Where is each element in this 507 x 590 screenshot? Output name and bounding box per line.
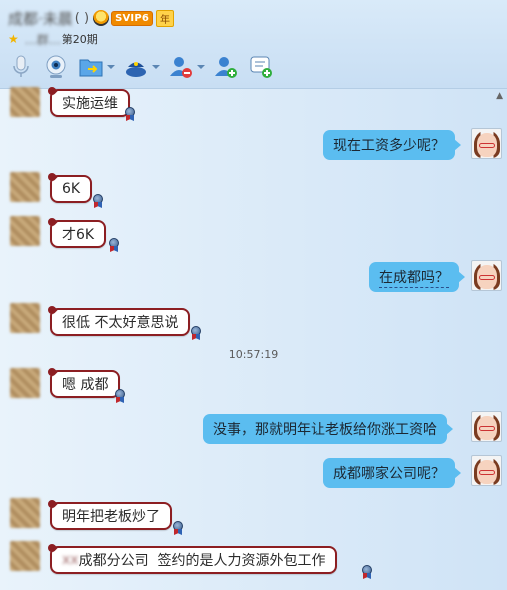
message-bubble-received[interactable]: 实施运维 <box>50 89 130 117</box>
signature-blurred: …群… <box>24 32 61 47</box>
remote-assist-icon <box>126 62 146 77</box>
my-avatar[interactable] <box>471 455 502 486</box>
message-text: 明年把老板炒了 <box>62 509 160 525</box>
vip-badge[interactable]: SVIP6 <box>111 10 154 26</box>
message-text: 才6K <box>62 227 95 243</box>
webcam-icon <box>46 55 66 78</box>
contact-avatar[interactable] <box>10 303 40 333</box>
app-box-icon <box>250 56 272 78</box>
message-text: 6K <box>62 181 81 197</box>
contact-name[interactable]: 成都·未晨 <box>8 8 73 29</box>
message-bubble-sent[interactable]: 现在工资多少呢？ <box>323 130 461 160</box>
chat-window-header: 成都·未晨 ( ) SVIP6 年 ★ …群… 第20期 <box>0 0 507 88</box>
message-text: 嗯 成都 <box>62 377 109 393</box>
message-bubble-received[interactable]: 6K <box>50 175 93 203</box>
add-contact-button[interactable] <box>211 52 241 82</box>
send-file-icon <box>79 59 103 77</box>
remote-assist-dropdown[interactable] <box>150 52 162 82</box>
contact-avatar[interactable] <box>10 216 40 246</box>
message-text: 现在工资多少呢？ <box>333 138 445 154</box>
add-contact-icon <box>215 57 237 78</box>
send-file-dropdown[interactable] <box>105 52 117 82</box>
level-medal-icon <box>92 194 104 208</box>
contact-avatar[interactable] <box>10 541 40 571</box>
message-bubble-received[interactable]: 明年把老板炒了 <box>50 502 172 530</box>
level-medal-icon <box>190 326 202 340</box>
level-medal-icon <box>361 565 373 579</box>
my-avatar[interactable] <box>471 411 502 442</box>
message-bubble-sent[interactable]: 在成都吗？ <box>369 262 465 292</box>
remove-contact-icon <box>170 57 192 78</box>
send-file-button[interactable] <box>76 52 106 82</box>
message-timestamp: 10:57:19 <box>228 348 279 361</box>
remove-contact-dropdown[interactable] <box>195 52 207 82</box>
level-medal-icon <box>114 389 126 403</box>
level-medal-icon <box>124 107 136 121</box>
message-text: 成都哪家公司呢？ <box>333 466 445 482</box>
chat-toolbar <box>6 52 281 82</box>
vip-year-badge: 年 <box>156 9 175 27</box>
my-avatar[interactable] <box>471 260 502 291</box>
scroll-up-arrow-icon[interactable]: ▲ <box>496 91 503 101</box>
app-box-button[interactable] <box>246 52 276 82</box>
message-text: 没事，那就明年让老板给你涨工资哈 <box>213 422 437 438</box>
contact-id: ( ) <box>74 10 90 26</box>
message-text: 成都分公司 签约的是人力资源外包工作 <box>78 553 326 569</box>
microphone-icon <box>13 55 29 77</box>
level-medal-icon <box>108 238 120 252</box>
contact-signature: ★ …群… 第20期 <box>8 31 98 47</box>
message-text: 在成都吗？ <box>379 267 449 288</box>
vip-penguin-icon <box>93 10 110 26</box>
message-bubble-sent[interactable]: 成都哪家公司呢？ <box>323 458 461 488</box>
message-bubble-sent[interactable]: 没事，那就明年让老板给你涨工资哈 <box>203 414 453 444</box>
message-bubble-received[interactable]: 很低 不太好意思说 <box>50 308 191 336</box>
level-medal-icon <box>172 521 184 535</box>
message-bubble-received[interactable]: 才6K <box>50 220 107 248</box>
contact-avatar[interactable] <box>10 87 40 117</box>
my-avatar[interactable] <box>471 128 502 159</box>
message-list[interactable]: ▲ 实施运维 现在工资多少呢？ 6K 才6K 在成都吗？ 很低 不太好意思说 1… <box>0 87 507 590</box>
message-text-redacted: xx <box>62 552 79 568</box>
video-call-button[interactable] <box>41 52 71 82</box>
star-icon[interactable]: ★ <box>8 32 19 46</box>
message-text: 实施运维 <box>62 96 118 112</box>
message-text: 很低 不太好意思说 <box>62 315 179 331</box>
contact-title: 成都·未晨 ( ) SVIP6 年 <box>8 6 175 30</box>
contact-avatar[interactable] <box>10 498 40 528</box>
message-bubble-received[interactable]: 嗯 成都 <box>50 370 121 398</box>
contact-avatar[interactable] <box>10 172 40 202</box>
message-bubble-received[interactable]: xx 成都分公司 签约的是人力资源外包工作 <box>50 546 338 574</box>
remote-assist-button[interactable] <box>121 52 151 82</box>
signature-text: 第20期 <box>61 33 98 46</box>
voice-call-button[interactable] <box>6 52 36 82</box>
remove-contact-button[interactable] <box>166 52 196 82</box>
contact-avatar[interactable] <box>10 368 40 398</box>
